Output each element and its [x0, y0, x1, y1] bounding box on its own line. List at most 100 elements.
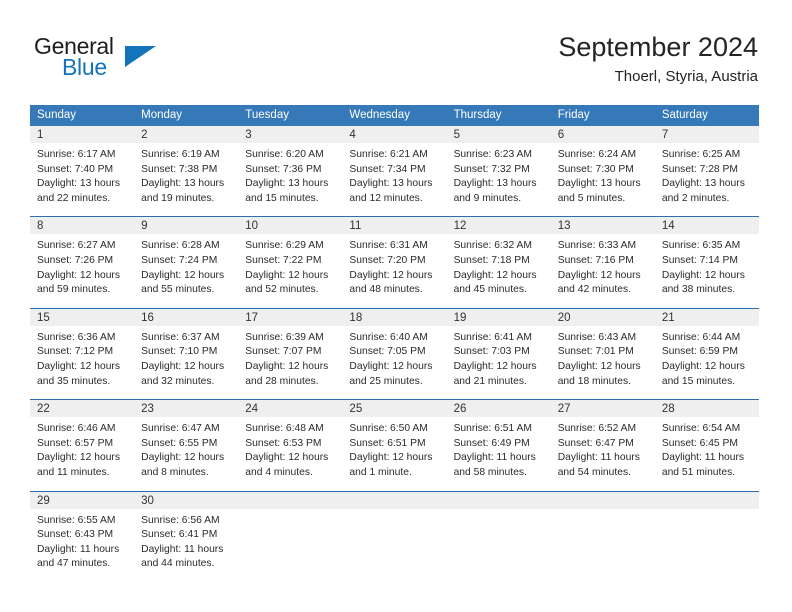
daylight-text-line1: Daylight: 11 hours — [37, 543, 120, 555]
daylight-text-line2: and 15 minutes. — [661, 375, 736, 387]
calendar-body: 1 Sunrise: 6:17 AM Sunset: 7:40 PM Daylight… — [30, 126, 759, 582]
calendar-day-cell[interactable]: 13 Sunrise: 6:33 AM Sunset: 7:16 PM Dayligh… — [550, 216, 655, 309]
sunset-text: Sunset: 7:38 PM — [141, 163, 218, 175]
calendar-day-cell[interactable]: 27 Sunrise: 6:52 AM Sunset: 6:47 PM Dayligh… — [550, 399, 655, 491]
sunset-text: Sunset: 7:28 PM — [661, 163, 738, 175]
calendar-day-cell[interactable]: 26 Sunrise: 6:51 AM Sunset: 6:49 PM Dayligh… — [446, 399, 551, 491]
day-number: 26 — [446, 400, 551, 418]
calendar-grid: Sunday Monday Tuesday Wednesday Thursday Frid… — [30, 105, 759, 582]
sunset-text: Sunset: 7:18 PM — [453, 254, 530, 266]
day-cell-body: Sunrise: 6:50 AM Sunset: 6:51 PM Daylight:… — [342, 417, 446, 490]
calendar-day-cell[interactable]: 9 Sunrise: 6:28 AM Sunset: 7:24 PM Daylight… — [134, 216, 239, 309]
daylight-text-line2: and 19 minutes. — [141, 192, 215, 204]
calendar-day-cell[interactable]: 17 Sunrise: 6:39 AM Sunset: 7:07 PM Dayligh… — [238, 307, 343, 400]
daylight-text-line2: and 59 minutes. — [37, 284, 111, 296]
daylight-text-line1: Daylight: 13 hours — [349, 178, 433, 190]
sunset-text: Sunset: 6:43 PM — [37, 529, 114, 541]
day-cell-body: Sunrise: 6:33 AM Sunset: 7:16 PM Daylight:… — [551, 234, 655, 307]
calendar-day-cell[interactable]: 19 Sunrise: 6:41 AM Sunset: 7:03 PM Dayligh… — [446, 307, 551, 400]
sunrise-text: Sunrise: 6:19 AM — [141, 149, 220, 160]
calendar-day-cell[interactable]: 6 Sunrise: 6:24 AM Sunset: 7:30 PM Daylight… — [550, 126, 655, 217]
weekday-header-cell: Saturday — [654, 105, 759, 126]
calendar-day-cell[interactable]: 4 Sunrise: 6:21 AM Sunset: 7:34 PM Daylight… — [342, 126, 447, 217]
sunrise-text: Sunrise: 6:50 AM — [349, 423, 428, 435]
day-cell-body: Sunrise: 6:20 AM Sunset: 7:36 PM Daylight:… — [238, 143, 342, 216]
sunrise-text: Sunrise: 6:43 AM — [557, 331, 637, 343]
calendar-day-cell[interactable]: 12 Sunrise: 6:32 AM Sunset: 7:18 PM Dayligh… — [446, 216, 551, 309]
sunset-text: Sunset: 7:32 PM — [453, 163, 530, 175]
daylight-text-line1: Daylight: 12 hours — [349, 269, 433, 281]
calendar-day-cell[interactable]: 24 Sunrise: 6:48 AM Sunset: 6:53 PM Dayligh… — [238, 399, 343, 491]
page-header: General Blue September 2024 Thoerl, Styr… — [0, 0, 792, 100]
daylight-text-line2: and 18 minutes. — [557, 375, 631, 387]
sunrise-text: Sunrise: 6:56 AM — [141, 514, 220, 526]
calendar-day-cell[interactable]: 20 Sunrise: 6:43 AM Sunset: 7:01 PM Dayligh… — [550, 307, 655, 400]
daylight-text-line2: and 42 minutes. — [557, 284, 631, 296]
calendar-day-cell[interactable]: 5 Sunrise: 6:23 AM Sunset: 7:32 PM Daylight… — [446, 126, 551, 217]
sunset-text: Sunset: 6:55 PM — [141, 437, 218, 449]
daylight-text-line2: and 44 minutes. — [141, 558, 215, 570]
weekday-header-cell: Friday — [550, 105, 655, 126]
day-cell-body: Sunrise: 6:39 AM Sunset: 7:07 PM Daylight:… — [238, 326, 342, 399]
daylight-text-line1: Daylight: 13 hours — [37, 178, 120, 190]
sunrise-text: Sunrise: 6:33 AM — [557, 240, 637, 252]
day-cell-body: Sunrise: 6:35 AM Sunset: 7:14 PM Daylight:… — [655, 234, 759, 307]
day-cell-body — [238, 509, 342, 577]
calendar-day-cell[interactable]: 2 Sunrise: 6:19 AM Sunset: 7:38 PM Daylight… — [134, 126, 239, 217]
logo-text-blue: Blue — [62, 54, 107, 80]
daylight-text-line2: and 2 minutes. — [661, 192, 730, 204]
day-number: 15 — [30, 308, 135, 326]
sunrise-text: Sunrise: 6:51 AM — [453, 423, 532, 435]
calendar-day-cell-empty — [654, 490, 759, 582]
calendar-day-cell[interactable]: 10 Sunrise: 6:29 AM Sunset: 7:22 PM Dayligh… — [238, 216, 343, 309]
day-number: 20 — [550, 308, 655, 326]
calendar-day-cell[interactable]: 1 Sunrise: 6:17 AM Sunset: 7:40 PM Daylight… — [30, 126, 135, 217]
calendar-day-cell[interactable]: 25 Sunrise: 6:50 AM Sunset: 6:51 PM Dayligh… — [342, 399, 447, 491]
calendar-day-cell[interactable]: 28 Sunrise: 6:54 AM Sunset: 6:45 PM Dayligh… — [654, 399, 759, 491]
day-cell-body: Sunrise: 6:36 AM Sunset: 7:12 PM Daylight:… — [30, 326, 134, 399]
sunset-text: Sunset: 7:30 PM — [557, 163, 634, 175]
calendar-day-cell[interactable]: 18 Sunrise: 6:40 AM Sunset: 7:05 PM Dayligh… — [342, 307, 447, 400]
day-cell-body: Sunrise: 6:52 AM Sunset: 6:47 PM Daylight:… — [551, 417, 655, 490]
calendar-day-cell[interactable]: 14 Sunrise: 6:35 AM Sunset: 7:14 PM Dayligh… — [654, 216, 759, 309]
calendar-day-cell[interactable]: 16 Sunrise: 6:37 AM Sunset: 7:10 PM Dayligh… — [134, 307, 239, 400]
daylight-text-line2: and 32 minutes. — [141, 375, 215, 387]
daylight-text-line2: and 35 minutes. — [37, 375, 111, 387]
general-blue-logo[interactable]: General Blue — [34, 33, 244, 89]
sunset-text: Sunset: 7:10 PM — [141, 346, 218, 358]
daylight-text-line2: and 47 minutes. — [37, 558, 111, 570]
sunset-text: Sunset: 7:22 PM — [245, 254, 322, 266]
daylight-text-line2: and 51 minutes. — [661, 466, 736, 478]
calendar-day-cell[interactable]: 3 Sunrise: 6:20 AM Sunset: 7:36 PM Daylight… — [238, 126, 343, 217]
sunrise-text: Sunrise: 6:55 AM — [37, 514, 116, 526]
day-cell-body — [342, 509, 446, 577]
sunset-text: Sunset: 7:24 PM — [141, 254, 218, 266]
calendar-day-cell[interactable]: 7 Sunrise: 6:25 AM Sunset: 7:28 PM Daylight… — [654, 126, 759, 217]
sunset-text: Sunset: 7:16 PM — [557, 254, 634, 266]
day-cell-body: Sunrise: 6:31 AM Sunset: 7:20 PM Daylight:… — [342, 234, 446, 307]
calendar-day-cell[interactable]: 29 Sunrise: 6:55 AM Sunset: 6:43 PM Dayligh… — [30, 490, 135, 582]
sunset-text: Sunset: 7:14 PM — [661, 254, 738, 266]
daylight-text-line1: Daylight: 12 hours — [453, 360, 537, 372]
sunset-text: Sunset: 7:36 PM — [245, 163, 322, 175]
sunrise-text: Sunrise: 6:35 AM — [661, 240, 741, 252]
daylight-text-line2: and 55 minutes. — [141, 284, 215, 296]
day-number: 7 — [654, 126, 759, 143]
day-number: 4 — [342, 126, 447, 143]
calendar-day-cell[interactable]: 11 Sunrise: 6:31 AM Sunset: 7:20 PM Dayligh… — [342, 216, 447, 309]
day-cell-body: Sunrise: 6:28 AM Sunset: 7:24 PM Daylight:… — [134, 234, 238, 307]
daylight-text-line1: Daylight: 12 hours — [37, 360, 120, 372]
calendar-day-cell[interactable]: 30 Sunrise: 6:56 AM Sunset: 6:41 PM Dayligh… — [134, 490, 239, 582]
daylight-text-line2: and 52 minutes. — [245, 284, 319, 296]
sunrise-text: Sunrise: 6:29 AM — [245, 240, 324, 252]
day-number: 28 — [654, 400, 759, 418]
calendar-day-cell[interactable]: 21 Sunrise: 6:44 AM Sunset: 6:59 PM Dayligh… — [654, 307, 759, 400]
calendar-day-cell[interactable]: 15 Sunrise: 6:36 AM Sunset: 7:12 PM Dayligh… — [30, 307, 135, 400]
daylight-text-line1: Daylight: 12 hours — [453, 269, 537, 281]
day-cell-body: Sunrise: 6:46 AM Sunset: 6:57 PM Daylight:… — [30, 417, 134, 490]
day-cell-body — [551, 509, 655, 577]
calendar-day-cell[interactable]: 22 Sunrise: 6:46 AM Sunset: 6:57 PM Dayligh… — [30, 399, 135, 491]
calendar-day-cell[interactable]: 23 Sunrise: 6:47 AM Sunset: 6:55 PM Dayligh… — [134, 399, 239, 491]
calendar-day-cell[interactable]: 8 Sunrise: 6:27 AM Sunset: 7:26 PM Daylight… — [30, 216, 135, 309]
calendar-page: General Blue September 2024 Thoerl, Styr… — [0, 0, 792, 612]
